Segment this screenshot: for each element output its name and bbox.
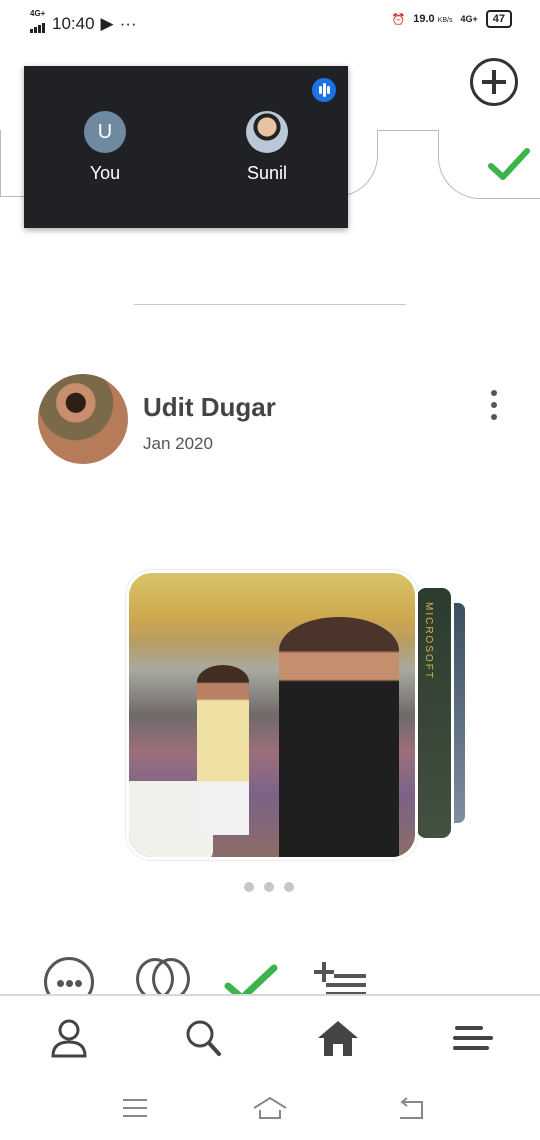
system-navigation (0, 1076, 540, 1140)
signal-icon: 4G+ (30, 10, 46, 38)
participant-you[interactable]: U You (65, 111, 145, 184)
participant-name: Sunil (246, 163, 288, 183)
search-icon[interactable] (180, 1018, 228, 1058)
author-avatar[interactable] (38, 374, 128, 464)
status-right: ⏰ 19.0 KB/s 4G+ 47 (391, 10, 512, 28)
more-notifications-icon: ··· (119, 14, 137, 33)
back-icon[interactable] (392, 1094, 432, 1122)
audio-indicator-icon (312, 78, 336, 102)
status-bar: 4G+ 10:40 ▶ ··· ⏰ 19.0 KB/s 4G+ 47 (0, 0, 540, 42)
youtube-notification-icon: ▶ (100, 14, 114, 33)
photo-pager (244, 882, 294, 892)
section-divider (134, 304, 406, 305)
status-time: 10:40 (52, 14, 95, 33)
network-type: 4G+ (460, 14, 478, 24)
author-name[interactable]: Udit Dugar (143, 392, 276, 423)
pager-dot (264, 882, 274, 892)
recents-icon[interactable] (115, 1094, 155, 1122)
post-photo[interactable] (126, 570, 418, 860)
alarm-icon: ⏰ (391, 13, 406, 26)
network-speed: 19.0 KB/s (413, 13, 453, 25)
participant-sunil[interactable]: Sunil (227, 111, 307, 184)
call-overlay[interactable]: U You Sunil (24, 66, 348, 228)
tab-done[interactable] (438, 130, 540, 199)
add-icon[interactable] (470, 58, 518, 106)
bottom-navigation (0, 996, 540, 1076)
participant-name: You (89, 163, 121, 183)
post-date: Jan 2020 (143, 434, 213, 453)
menu-icon[interactable] (449, 1018, 497, 1058)
avatar: U (84, 111, 126, 153)
person-icon[interactable] (45, 1018, 93, 1058)
avatar (246, 111, 288, 153)
status-left: 4G+ 10:40 ▶ ··· (30, 10, 137, 38)
pager-dot (244, 882, 254, 892)
battery-indicator: 47 (485, 10, 512, 28)
playlist-add-icon[interactable] (314, 962, 368, 998)
home-icon[interactable] (314, 1018, 362, 1058)
home-button-icon[interactable] (250, 1094, 290, 1122)
photo-card-back: MICROSOFT (414, 585, 454, 841)
pager-dot (284, 882, 294, 892)
kebab-menu-icon[interactable] (486, 390, 502, 420)
check-icon (488, 148, 530, 180)
